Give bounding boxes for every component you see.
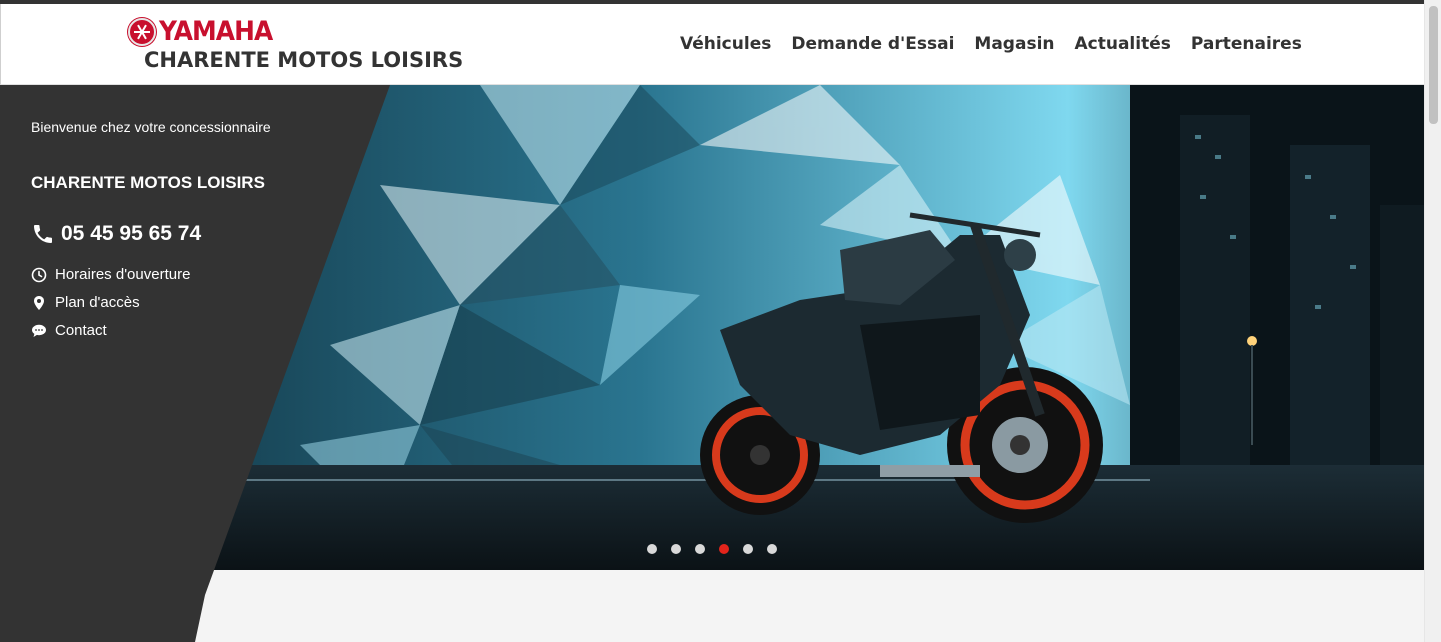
welcome-text: Bienvenue chez votre concessionnaire — [31, 119, 271, 135]
slider-pagination — [647, 544, 791, 554]
slider-dot[interactable] — [743, 544, 753, 554]
access-map-label: Plan d'accès — [55, 294, 140, 311]
slider-dot[interactable] — [671, 544, 681, 554]
slider-dot[interactable] — [767, 544, 777, 554]
slider-dot-active[interactable] — [719, 544, 729, 554]
nav-item-actualites[interactable]: Actualités — [1075, 34, 1171, 54]
nav-item-vehicules[interactable]: Véhicules — [680, 34, 771, 54]
map-pin-icon — [34, 295, 44, 310]
phone-number: 05 45 95 65 74 — [61, 222, 202, 245]
yamaha-emblem-icon — [128, 18, 156, 46]
clock-icon — [31, 267, 47, 282]
opening-hours-label: Horaires d'ouverture — [55, 266, 191, 283]
contact-label: Contact — [55, 322, 107, 339]
opening-hours-link[interactable]: Horaires d'ouverture — [31, 266, 190, 283]
nav-item-demande-essai[interactable]: Demande d'Essai — [791, 34, 954, 54]
yamaha-logo-text: YAMAHA — [159, 16, 273, 47]
scrollbar-thumb[interactable] — [1429, 6, 1438, 124]
access-map-link[interactable]: Plan d'accès — [31, 294, 140, 311]
phone-link[interactable]: 05 45 95 65 74 — [31, 222, 201, 246]
dealer-info-panel — [0, 85, 390, 642]
contact-link[interactable]: Contact — [31, 322, 107, 339]
main-nav: Véhicules Demande d'Essai Magasin Actual… — [680, 34, 1322, 54]
panel-dealer-name: CHARENTE MOTOS LOISIRS — [31, 173, 265, 192]
slider-dot[interactable] — [695, 544, 705, 554]
nav-item-magasin[interactable]: Magasin — [974, 34, 1054, 54]
slider-dot[interactable] — [647, 544, 657, 554]
site-logo[interactable]: YAMAHA CHARENTE MOTOS LOISIRS — [128, 16, 463, 72]
site-header: YAMAHA CHARENTE MOTOS LOISIRS Véhicules … — [0, 4, 1425, 85]
dealer-name: CHARENTE MOTOS LOISIRS — [144, 48, 464, 72]
phone-icon — [34, 225, 52, 243]
nav-item-partenaires[interactable]: Partenaires — [1191, 34, 1302, 54]
page-scrollbar[interactable] — [1424, 0, 1441, 642]
chat-icon — [32, 324, 46, 337]
